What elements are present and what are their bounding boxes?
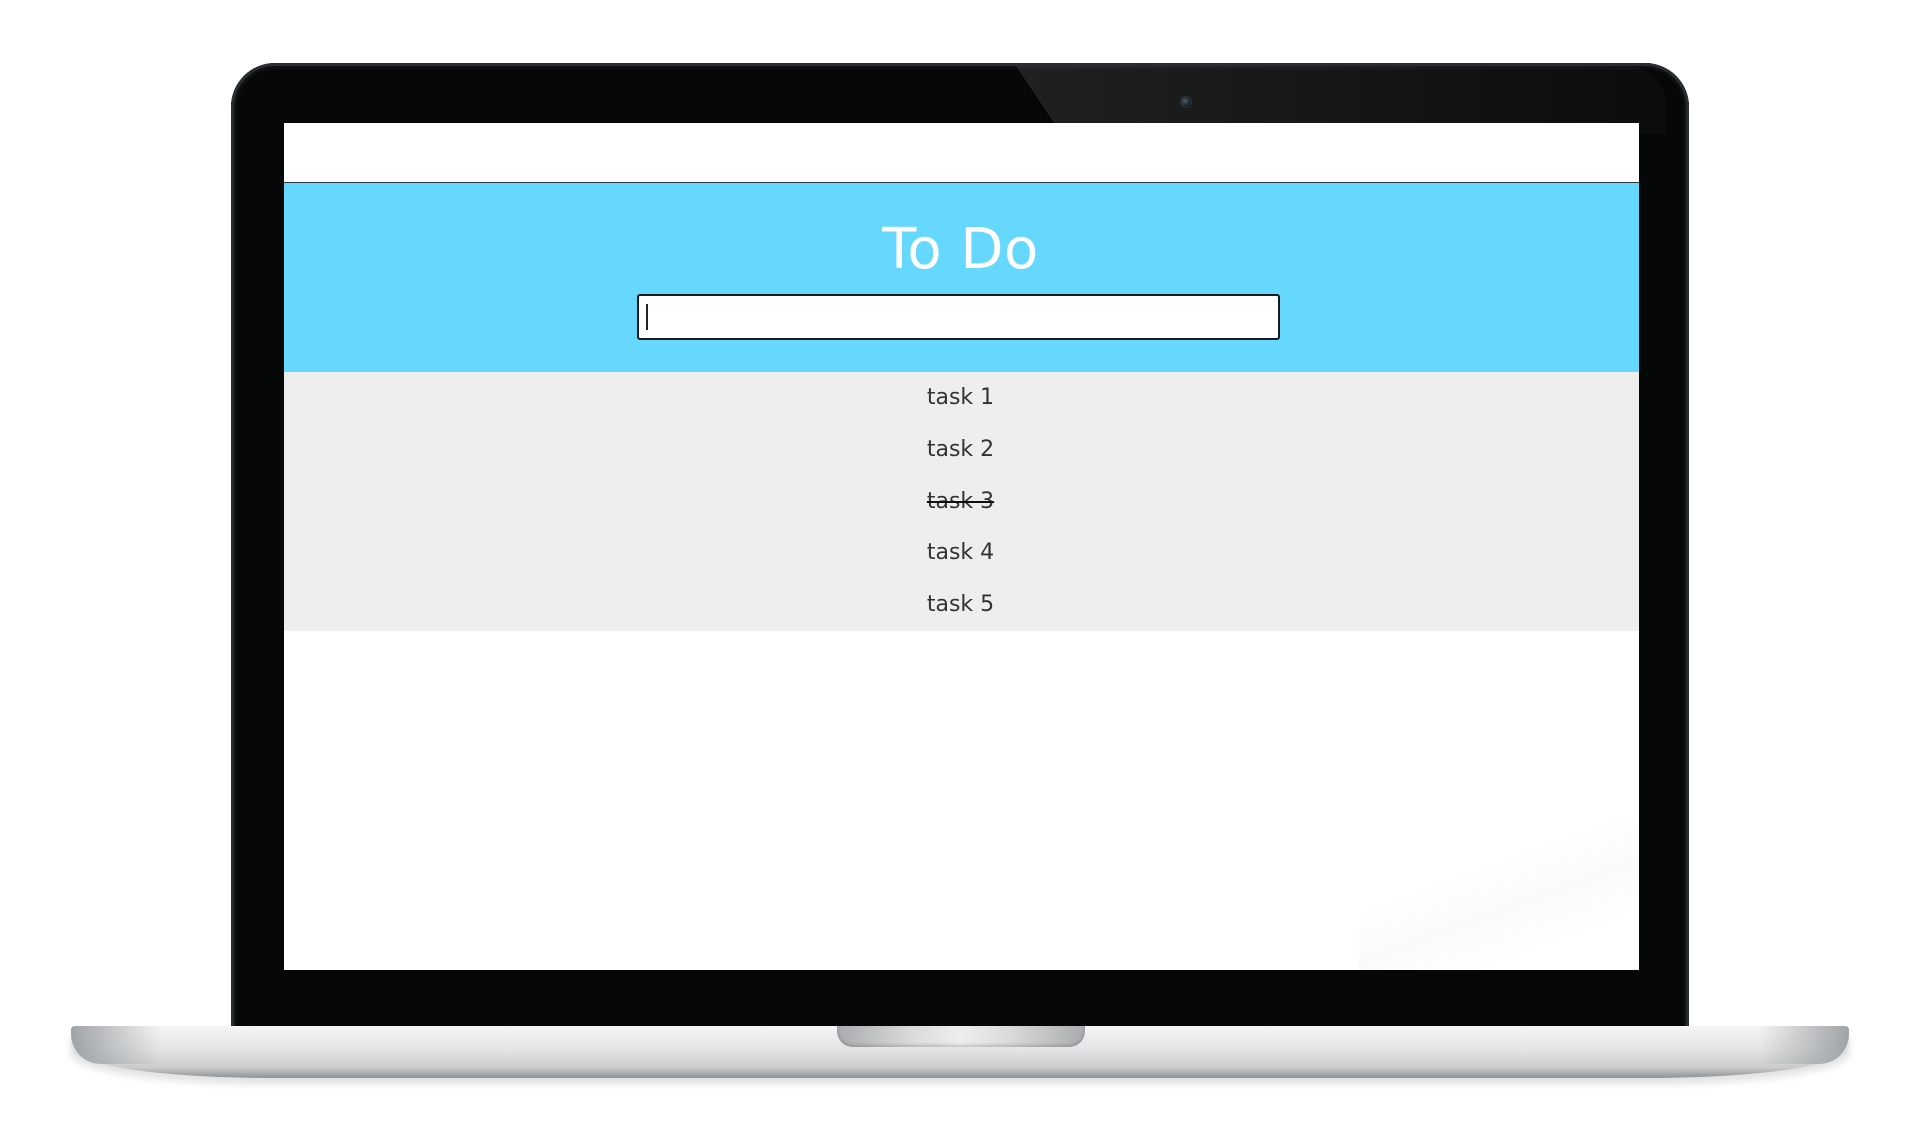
text-caret bbox=[646, 304, 648, 330]
camera-icon bbox=[1180, 96, 1192, 108]
base-right-edge bbox=[1759, 1026, 1849, 1064]
page-title: To Do bbox=[882, 217, 1039, 282]
task-item[interactable]: task 1 bbox=[284, 372, 1639, 424]
task-item[interactable]: task 2 bbox=[284, 424, 1639, 476]
task-item-completed[interactable]: task 3 bbox=[284, 476, 1639, 528]
device-mockup: To Do task 1 task 2 task 3 task 4 task 5 bbox=[0, 0, 1920, 1139]
task-item[interactable]: task 4 bbox=[284, 527, 1639, 579]
todo-header: To Do bbox=[284, 183, 1639, 372]
lid-opening-notch bbox=[837, 1026, 1085, 1047]
blank-top-area bbox=[284, 123, 1639, 183]
screen-reflection bbox=[1359, 798, 1639, 970]
task-item[interactable]: task 5 bbox=[284, 579, 1639, 631]
base-left-edge bbox=[71, 1026, 161, 1064]
new-task-input[interactable] bbox=[637, 294, 1280, 340]
app-screen: To Do task 1 task 2 task 3 task 4 task 5 bbox=[284, 123, 1639, 970]
laptop-base bbox=[71, 1026, 1849, 1078]
task-list: task 1 task 2 task 3 task 4 task 5 bbox=[284, 372, 1639, 631]
